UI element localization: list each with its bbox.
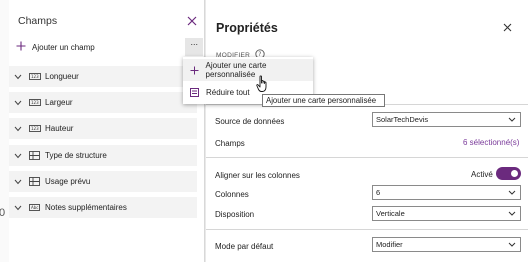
choice-grid-icon [29,177,41,186]
chevron-down-icon[interactable] [14,205,26,211]
fields-pane: Champs Ajouter un champ ··· 123 Longueur… [9,0,205,262]
snap-columns-status: Activé [471,170,493,179]
field-row[interactable]: 123 Longueur [9,66,197,87]
default-mode-value: Modifier [376,240,403,249]
chevron-down-icon [508,211,516,216]
field-label: Hauteur [45,124,74,133]
toggle-knob [511,170,518,177]
default-mode-label: Mode par défaut [215,242,274,251]
add-field-label: Ajouter un champ [32,42,95,52]
field-label: Type de structure [45,151,107,160]
number-icon: 123 [29,73,41,80]
properties-title: Propriétés [216,21,278,35]
plus-icon [16,41,26,53]
properties-pane: Propriétés MODIFIER ? Source de données … [206,0,528,262]
plus-icon [190,66,200,75]
field-row[interactable]: 123 Hauteur [9,118,197,139]
field-row[interactable]: Abc Notes supplémentaires [9,197,197,218]
menu-item-add-custom-card[interactable]: Ajouter une carte personnalisée [183,59,313,81]
chevron-down-icon [508,190,516,195]
snap-columns-label: Aligner sur les colonnes [215,171,300,180]
fields-selected-link[interactable]: 6 sélectionné(s) [463,138,519,147]
data-source-dropdown[interactable]: SolarTechDevis [372,112,521,127]
close-icon[interactable] [503,23,512,32]
choice-grid-icon [29,151,41,160]
more-options-button[interactable]: ··· [185,38,203,56]
default-mode-dropdown[interactable]: Modifier [372,237,521,252]
fields-pane-title: Champs [18,15,58,27]
text-icon: Abc [29,204,41,211]
add-field-button[interactable]: Ajouter un champ [16,40,95,54]
field-row[interactable]: Type de structure [9,145,197,166]
background-partial-text: 0 [0,207,6,219]
columns-value: 6 [376,188,381,197]
background-canvas [0,0,9,262]
tooltip: Ajouter une carte personnalisée [262,94,385,107]
close-icon[interactable] [187,16,197,26]
hand-cursor-icon [256,75,270,95]
chevron-down-icon[interactable] [14,74,26,80]
snap-columns-toggle[interactable] [496,167,521,180]
chevron-down-icon[interactable] [14,126,26,132]
data-source-label: Source de données [215,117,285,126]
chevron-down-icon[interactable] [14,153,26,159]
divider [206,157,528,158]
field-label: Longueur [45,72,79,81]
menu-item-label: Réduire tout [206,87,250,97]
data-source-value: SolarTechDevis [376,115,429,124]
chevron-down-icon [508,242,516,247]
field-label: Largeur [45,98,73,107]
layout-label: Disposition [215,210,255,219]
field-row[interactable]: 123 Largeur [9,92,197,113]
fields-label: Champs [215,139,245,148]
chevron-down-icon[interactable] [14,179,26,185]
number-icon: 123 [29,125,41,132]
chevron-down-icon [508,117,516,122]
number-icon: 123 [29,99,41,106]
chevron-down-icon[interactable] [14,100,26,106]
collapse-icon [190,87,200,97]
layout-value: Verticale [376,209,405,218]
columns-dropdown[interactable]: 6 [372,185,521,200]
layout-dropdown[interactable]: Verticale [372,206,521,221]
columns-label: Colonnes [215,190,249,199]
field-row[interactable]: Usage prévu [9,171,197,192]
field-label: Notes supplémentaires [45,203,127,212]
field-label: Usage prévu [45,177,91,186]
divider [206,229,528,230]
